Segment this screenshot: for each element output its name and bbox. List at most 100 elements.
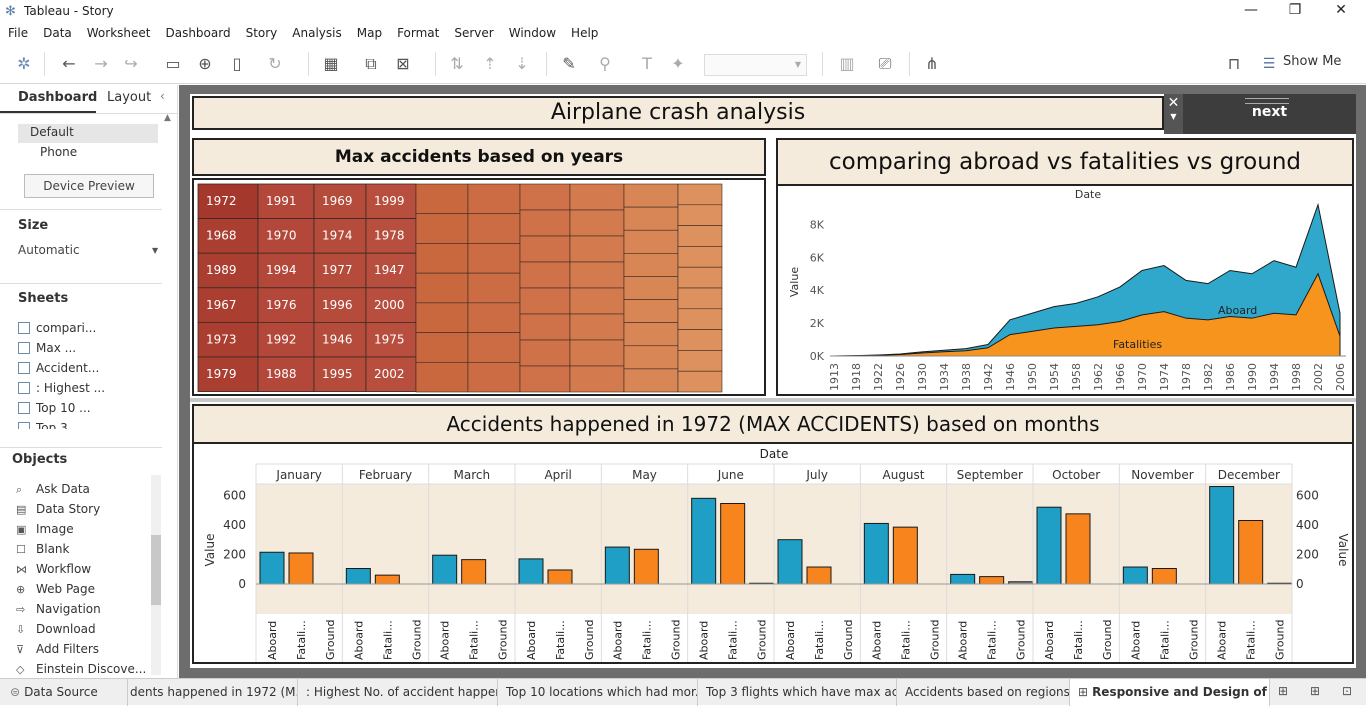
tab-layout[interactable]: Layout <box>107 90 151 105</box>
treemap-cell <box>677 246 723 268</box>
object-download[interactable]: ⇩ Download <box>16 622 96 636</box>
tab-sheet[interactable]: dents happened in 1972 (M... <box>128 679 298 706</box>
label-icon[interactable]: T <box>636 53 658 75</box>
menu-dashboard[interactable]: Dashboard <box>157 24 237 40</box>
new-datasource-icon[interactable]: ⊕ <box>194 53 216 75</box>
object-data-story[interactable]: ▤ Data Story <box>16 502 100 516</box>
object-navigation[interactable]: ⇨ Navigation <box>16 602 101 616</box>
presentation-icon[interactable]: ⎚ <box>874 53 896 75</box>
size-dropdown-arrow-icon[interactable]: ▼ <box>152 246 158 255</box>
tab-sheet[interactable]: Accidents based on regions <box>897 679 1070 706</box>
collapse-pane-icon[interactable]: ‹ <box>160 89 165 103</box>
treemap-cell <box>569 313 625 341</box>
sheet-item[interactable]: Max ... <box>18 341 76 359</box>
area-chart[interactable]: Date Value 0K 2K 4K 6K 8K 1913 1918 1922 1926 1930 1… <box>778 186 1352 392</box>
sheet-item[interactable]: Top 10 ... <box>18 401 91 419</box>
treemap-label: 1970 <box>266 229 297 243</box>
menu-story[interactable]: Story <box>238 24 285 40</box>
area-x-tick: 1913 <box>828 363 841 391</box>
treemap-cell <box>415 272 469 304</box>
menu-help[interactable]: Help <box>563 24 605 40</box>
bar-category-label: November <box>1131 468 1193 482</box>
object-ask-data[interactable]: ⌕ Ask Data <box>16 482 90 497</box>
new-dashboard-tab-icon[interactable]: ⊞ <box>1310 684 1320 698</box>
objects-heading: Objects <box>12 452 68 467</box>
restore-button[interactable]: ❐ <box>1280 2 1310 22</box>
bar <box>806 566 832 585</box>
new-worksheet-tab-icon[interactable]: ⊞ <box>1278 684 1288 698</box>
sheet-item[interactable]: compari... <box>18 321 96 339</box>
dashboard: Airplane crash analysis ✕ ▼ next Max acc… <box>190 94 1356 668</box>
bar <box>288 552 314 585</box>
minimize-button[interactable]: — <box>1236 2 1266 22</box>
menu-data[interactable]: Data <box>35 24 79 40</box>
show-me-button[interactable]: Show Me <box>1283 54 1341 69</box>
menu-server[interactable]: Server <box>446 24 500 40</box>
object-add-filters[interactable]: ⊽ Add Filters <box>16 642 99 656</box>
object-web-page[interactable]: ⊕ Web Page <box>16 582 95 596</box>
pause-updates-icon[interactable]: ▯ <box>226 53 248 75</box>
object-workflow[interactable]: ⋈ Workflow <box>16 562 91 576</box>
bar-measure-label: Ground <box>669 620 682 660</box>
tab-dashboard[interactable]: Dashboard <box>18 90 97 105</box>
tab-sheet[interactable]: Top 10 locations which had mor... <box>498 679 698 706</box>
object-einstein-discovery[interactable]: ◇ Einstein Discove... <box>16 662 146 676</box>
highlight-icon[interactable]: ✎ <box>558 53 580 75</box>
bar-y-title-right: Value <box>1336 534 1350 567</box>
object-image[interactable]: ▣ Image <box>16 522 74 536</box>
paint-roller-icon[interactable]: ⊓ <box>1223 53 1245 75</box>
objects-scrollbar[interactable] <box>151 475 161 675</box>
next-button[interactable]: next <box>1183 94 1356 134</box>
bar <box>259 551 285 585</box>
new-worksheet-icon[interactable]: ▦ <box>320 53 342 75</box>
download-icon: ⇩ <box>16 623 26 636</box>
new-story-tab-icon[interactable]: ⊡ <box>1342 684 1352 698</box>
device-default[interactable]: Default <box>30 125 74 139</box>
menu-window[interactable]: Window <box>501 24 563 40</box>
duplicate-icon[interactable]: ⧉ <box>360 53 382 75</box>
treemap-label: 1946 <box>322 332 353 346</box>
group-icon[interactable]: ⚲ <box>594 53 616 75</box>
undo-icon[interactable]: ← <box>58 53 80 75</box>
treemap-cell <box>677 287 723 310</box>
clear-sheet-icon[interactable]: ⊠ <box>392 53 414 75</box>
bar-category-label: January <box>275 468 322 482</box>
share-icon[interactable]: ⋔ <box>921 53 943 75</box>
save-icon[interactable]: ▭ <box>162 53 184 75</box>
scroll-up-icon[interactable]: ▲ <box>164 113 171 123</box>
menu-worksheet[interactable]: Worksheet <box>79 24 158 40</box>
device-preview-button[interactable]: Device Preview <box>24 174 154 198</box>
sort-descending-icon[interactable]: ⇣ <box>511 53 533 75</box>
tableau-home-icon[interactable]: ✲ <box>13 53 35 75</box>
tab-story-active[interactable]: ⊞Responsive and Design of D... <box>1070 679 1270 706</box>
device-phone[interactable]: Phone <box>40 145 77 159</box>
zone-menu-icon[interactable]: ▼ <box>1164 112 1183 121</box>
show-me-icon[interactable]: ☰ <box>1258 53 1280 75</box>
menu-analysis[interactable]: Analysis <box>284 24 348 40</box>
show-cards-icon[interactable]: ▥ <box>836 53 858 75</box>
sheet-item[interactable]: Accident... <box>18 361 99 379</box>
tab-sheet[interactable]: Top 3 flights which have max ac... <box>698 679 897 706</box>
treemap-label: 1967 <box>206 298 237 312</box>
close-zone-icon[interactable]: ✕ <box>1164 94 1183 112</box>
fit-dropdown[interactable]: ▼ <box>704 54 807 76</box>
sheet-item[interactable]: Top 3 <box>18 421 68 429</box>
tab-sheet[interactable]: : Highest No. of accident happen... <box>298 679 498 706</box>
menu-map[interactable]: Map <box>349 24 389 40</box>
menu-file[interactable]: File <box>0 24 35 40</box>
bar-y-tick: 600 <box>223 488 246 502</box>
close-button[interactable]: ✕ <box>1326 2 1356 22</box>
bar-chart[interactable]: Date Value Value 0 0 200 200 400 400 600 600 Januar… <box>194 444 1352 662</box>
treemap-chart[interactable]: 1972 1968 1989 1967 1973 1979 1991 1970 1994 1976… <box>194 180 764 394</box>
redo-icon[interactable]: → <box>90 53 112 75</box>
menu-format[interactable]: Format <box>389 24 446 40</box>
pin-icon[interactable]: ✦ <box>667 53 689 75</box>
replay-icon[interactable]: ↪ <box>120 53 142 75</box>
object-blank[interactable]: ☐ Blank <box>16 542 69 556</box>
size-dropdown[interactable]: Automatic <box>18 243 80 257</box>
refresh-icon[interactable]: ↻ <box>264 53 286 75</box>
tab-data-source[interactable]: ⊜ Data Source <box>0 679 128 706</box>
swap-icon[interactable]: ⇅ <box>446 53 468 75</box>
sheet-item[interactable]: : Highest ... <box>18 381 105 399</box>
sort-ascending-icon[interactable]: ⇡ <box>479 53 501 75</box>
